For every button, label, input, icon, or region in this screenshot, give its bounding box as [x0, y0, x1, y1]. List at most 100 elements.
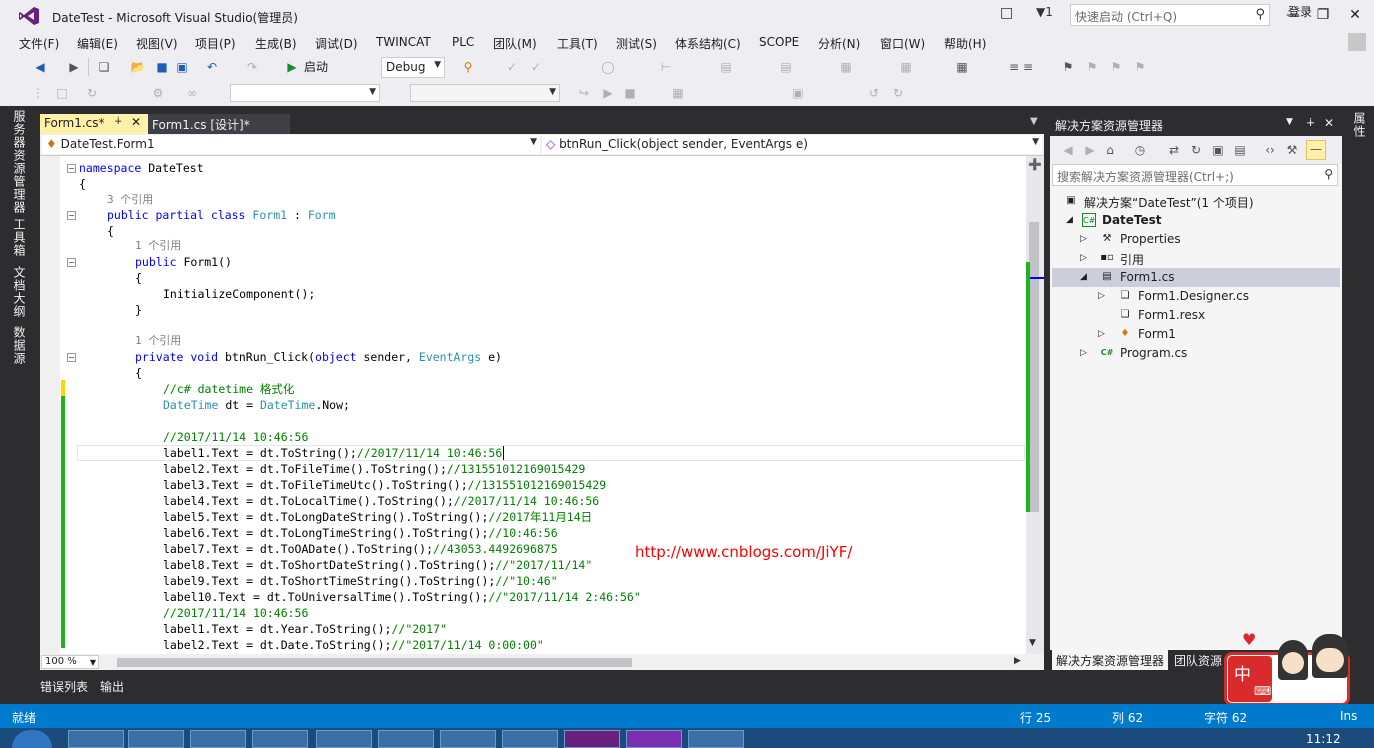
tree-item-form1-class[interactable]: Form1 — [1138, 327, 1176, 341]
menu-twincat[interactable]: TWINCAT — [376, 35, 431, 49]
tree-item-properties[interactable]: Properties — [1120, 232, 1181, 246]
codelens-references[interactable]: 3 个引用 — [107, 192, 153, 208]
pin-icon[interactable]: ∔ — [1306, 116, 1315, 129]
platform-select[interactable]: ▼ — [410, 84, 560, 102]
menu-build[interactable]: 生成(B) — [255, 35, 297, 52]
rotate-back-icon[interactable]: ↻ — [890, 85, 906, 101]
scroll-right-icon[interactable]: ▶ — [1014, 656, 1021, 666]
start-icon[interactable]: ▶ — [284, 59, 300, 75]
forward-icon[interactable]: ▶ — [66, 59, 82, 75]
menu-project[interactable]: 项目(P) — [195, 35, 236, 52]
properties-icon[interactable]: ⚒ — [1284, 142, 1300, 158]
taskbar-browser-icon[interactable] — [252, 730, 308, 748]
close-button[interactable]: ✕ — [1340, 4, 1370, 26]
taskbar-office-icon[interactable] — [440, 730, 496, 748]
back-icon[interactable]: ◀ — [1060, 142, 1076, 158]
settings-icon[interactable]: ⚙ — [150, 85, 166, 101]
step-icon[interactable]: ⊢ — [658, 59, 674, 75]
menu-tools[interactable]: 工具(T) — [557, 35, 598, 52]
class-dropdown[interactable]: ♦ DateTest.Form1 ▼ — [42, 135, 540, 154]
collapse-all-icon[interactable]: ▣ — [1210, 142, 1226, 158]
server-explorer-tab[interactable]: 服务器资源管理器 — [10, 110, 28, 214]
home-icon[interactable]: ⌂ — [1102, 142, 1118, 158]
open-file-icon[interactable]: 📂 — [130, 59, 146, 75]
menu-analyze[interactable]: 分析(N) — [818, 35, 860, 52]
tree-item-resx[interactable]: Form1.resx — [1138, 308, 1205, 322]
tree-solution-root[interactable]: 解决方案“DateTest”(1 个项目) — [1084, 194, 1254, 211]
menu-team[interactable]: 团队(M) — [493, 35, 537, 52]
tree-item-form1-cs[interactable]: Form1.cs — [1120, 270, 1175, 284]
ime-chinese-mode[interactable]: 中 — [1234, 660, 1251, 685]
close-icon[interactable]: ✕ — [131, 115, 141, 129]
lock-icon[interactable]: ▣ — [790, 85, 806, 101]
align-icon[interactable]: ▤ — [778, 59, 794, 75]
configuration-select[interactable]: Debug ▼ — [381, 57, 445, 78]
data-sources-tab[interactable]: 数据源 — [10, 326, 28, 365]
uncomment-icon[interactable]: ≡ — [1020, 59, 1036, 75]
fold-toggle[interactable]: − — [67, 353, 76, 362]
sync-icon[interactable]: ⇄ — [1166, 142, 1182, 158]
undo-icon[interactable]: ↶ — [204, 59, 220, 75]
error-list-tab[interactable]: 错误列表 — [40, 678, 88, 695]
output-tab[interactable]: 输出 — [100, 678, 124, 695]
menu-test[interactable]: 测试(S) — [616, 35, 657, 52]
refresh-icon[interactable]: ↻ — [84, 85, 100, 101]
tree-item-references[interactable]: 引用 — [1120, 251, 1144, 268]
quick-launch-input[interactable]: 快速启动 (Ctrl+Q) ⚲ — [1070, 4, 1270, 26]
expanded-arrow-icon[interactable]: ◢ — [1080, 272, 1087, 282]
stop-icon[interactable]: ■ — [622, 85, 638, 101]
collapsed-arrow-icon[interactable]: ▷ — [1080, 253, 1087, 263]
taskbar-explorer-icon[interactable] — [68, 730, 124, 748]
menu-scope[interactable]: SCOPE — [759, 35, 799, 49]
menu-file[interactable]: 文件(F) — [19, 35, 59, 52]
tab-form1-designer[interactable]: Form1.cs [设计]* — [148, 114, 290, 134]
clear-bookmark-icon[interactable]: ⚑ — [1132, 59, 1148, 75]
back-icon[interactable]: ◀ — [32, 59, 48, 75]
zoom-select[interactable]: 100 % ▼ — [41, 655, 99, 669]
collapsed-arrow-icon[interactable]: ▷ — [1080, 234, 1087, 244]
fold-toggle[interactable]: − — [67, 164, 76, 173]
start-button-label[interactable]: 启动 — [304, 58, 328, 75]
horizontal-scroll-thumb[interactable] — [117, 658, 632, 667]
scroll-down-icon[interactable]: ▼ — [1029, 638, 1036, 648]
link-icon[interactable]: ∞ — [184, 85, 200, 101]
nav-icon[interactable]: ↪ — [576, 85, 592, 101]
attach-icon[interactable]: □ — [54, 85, 70, 101]
taskbar-onenote-icon[interactable] — [626, 730, 682, 748]
system-clock[interactable]: 11:12 — [1306, 732, 1341, 746]
bookmark-icon[interactable]: ⚑ — [1060, 59, 1076, 75]
tree-item-program[interactable]: Program.cs — [1120, 346, 1187, 360]
taskbar-chrome-icon[interactable] — [128, 730, 184, 748]
format-icon[interactable]: ▦ — [670, 85, 686, 101]
forward-icon[interactable]: ▶ — [1082, 142, 1098, 158]
check-all-icon[interactable]: ✓ — [528, 59, 544, 75]
fold-toggle[interactable]: − — [67, 258, 76, 267]
solution-explorer-tab[interactable]: 解决方案资源管理器 — [1052, 650, 1169, 670]
menu-help[interactable]: 帮助(H) — [944, 35, 986, 52]
properties-tab[interactable]: 属性 — [1350, 112, 1368, 138]
save-all-icon[interactable]: ▣ — [174, 59, 190, 75]
collapsed-arrow-icon[interactable]: ▷ — [1098, 329, 1105, 339]
tab-order-icon[interactable]: ▦ — [954, 59, 970, 75]
taskbar-media-icon[interactable] — [688, 730, 744, 748]
expanded-arrow-icon[interactable]: ◢ — [1066, 215, 1073, 225]
tab-overflow-icon[interactable]: ▼ — [1030, 116, 1038, 127]
document-outline-tab[interactable]: 文档大纲 — [10, 266, 28, 318]
tab-form1-cs[interactable]: Form1.cs* ∔ ✕ — [40, 114, 148, 134]
next-bookmark-icon[interactable]: ⚑ — [1108, 59, 1124, 75]
run-icon[interactable]: ▶ — [600, 85, 616, 101]
menu-edit[interactable]: 编辑(E) — [77, 35, 118, 52]
vertical-scroll-thumb[interactable] — [1029, 222, 1039, 512]
layout-icon[interactable]: ▤ — [718, 59, 734, 75]
member-dropdown[interactable]: ◇ btnRun_Click(object sender, EventArgs … — [542, 135, 1042, 154]
show-all-files-icon[interactable]: ▤ — [1232, 142, 1248, 158]
collapsed-arrow-icon[interactable]: ▷ — [1098, 291, 1105, 301]
restore-button[interactable]: ❐ — [1308, 4, 1338, 26]
collapsed-arrow-icon[interactable]: ▷ — [1080, 348, 1087, 358]
menu-architecture[interactable]: 体系结构(C) — [675, 35, 741, 52]
taskbar-outlook-icon[interactable] — [502, 730, 558, 748]
team-explorer-tab[interactable]: 团队资源 — [1174, 652, 1222, 669]
rotate-icon[interactable]: ↺ — [866, 85, 882, 101]
tree-project[interactable]: DateTest — [1102, 213, 1162, 227]
solution-search-input[interactable]: 搜索解决方案资源管理器(Ctrl+;) ⚲ — [1052, 164, 1338, 186]
